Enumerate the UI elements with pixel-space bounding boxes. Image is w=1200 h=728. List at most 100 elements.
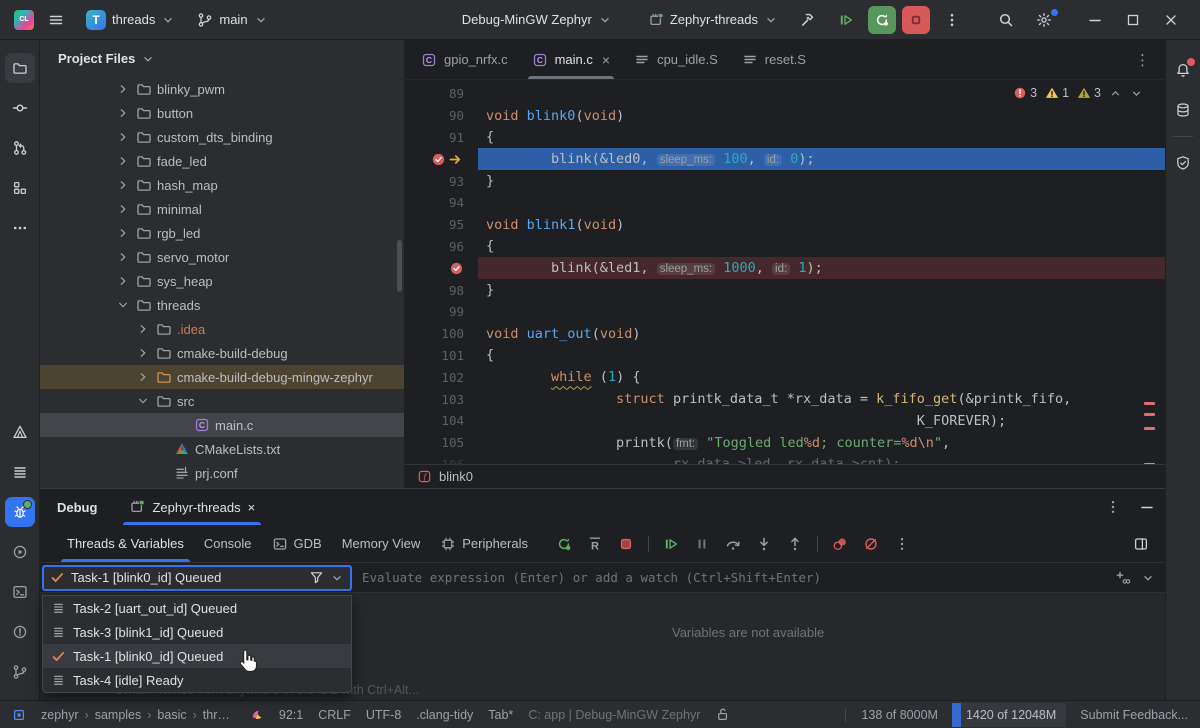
gutter-line-104[interactable]: 104: [405, 413, 478, 428]
code-line-97[interactable]: blink(&led1, sleep_ms: 1000, id: 1);: [405, 257, 1165, 279]
gutter-line-106[interactable]: 106: [405, 457, 478, 464]
heap-indicator[interactable]: 138 of 8000M: [845, 708, 937, 722]
search-everywhere-button[interactable]: [990, 7, 1022, 33]
code-line-103[interactable]: 103 struct printk_data_t *rx_data = k_fi…: [405, 388, 1165, 410]
tree-item-prj-conf[interactable]: prj.conf: [40, 461, 404, 485]
rerun-debug-button[interactable]: [868, 6, 896, 34]
step-out-button[interactable]: [783, 532, 807, 556]
tree-item--idea[interactable]: .idea: [40, 317, 404, 341]
pause-button[interactable]: [690, 532, 714, 556]
add-watch-icon[interactable]: [1115, 570, 1131, 586]
editor-tab-gpio_nrfx-c[interactable]: Cgpio_nrfx.c: [409, 40, 520, 79]
tree-item-hash-map[interactable]: hash_map: [40, 173, 404, 197]
debug-session-tab[interactable]: Zephyr-threads ×: [119, 489, 265, 525]
debug-tab-console[interactable]: Console: [194, 525, 262, 562]
debug-tab-gdb[interactable]: GDB: [262, 525, 332, 562]
run-configuration-selector[interactable]: Debug-MinGW Zephyr: [454, 7, 620, 32]
gutter-line-94[interactable]: 94: [405, 195, 478, 210]
filter-icon[interactable]: [309, 570, 324, 585]
gutter-line-98[interactable]: 98: [405, 283, 478, 298]
gutter-line-89[interactable]: 89: [405, 86, 478, 101]
dropdown-item[interactable]: Task-3 [blink1_id] Queued: [43, 620, 351, 644]
tree-item-sys-heap[interactable]: sys_heap: [40, 269, 404, 293]
toolchain-widget[interactable]: C: app | Debug-MinGW Zephyr: [528, 708, 700, 722]
line-ending[interactable]: CRLF: [318, 708, 351, 722]
combobox-chevron-icon[interactable]: [330, 571, 344, 585]
error-stripe[interactable]: [1143, 80, 1157, 464]
tool-strip-commit[interactable]: [5, 93, 35, 123]
close-tab-icon[interactable]: ×: [602, 52, 610, 68]
stop-red-button[interactable]: [614, 532, 638, 556]
tool-strip-project-folder[interactable]: [5, 53, 35, 83]
code-line-90[interactable]: 90 void blink0(void): [405, 105, 1165, 127]
editor-tabs-options-icon[interactable]: ⋮: [1121, 51, 1165, 69]
gutter-line-92[interactable]: [405, 152, 478, 167]
editor-tab-main-c[interactable]: Cmain.c ×: [520, 40, 622, 79]
close-tab-icon[interactable]: ×: [248, 500, 256, 515]
gutter-line-97[interactable]: [405, 261, 478, 276]
lock-icon[interactable]: [715, 707, 730, 722]
code-line-92[interactable]: blink(&led0, sleep_ms: 100, id: 0);: [405, 148, 1165, 170]
code-line-99[interactable]: 99: [405, 301, 1165, 323]
tool-strip-terminal[interactable]: [5, 577, 35, 607]
code-line-101[interactable]: 101 {: [405, 345, 1165, 367]
maximize-button[interactable]: [1114, 5, 1152, 35]
layout-settings-button[interactable]: [1133, 536, 1149, 552]
editor-tab-reset-s[interactable]: reset.S: [730, 40, 818, 79]
code-line-98[interactable]: 98 }: [405, 279, 1165, 301]
project-tree-scrollbar[interactable]: [397, 240, 402, 292]
panel-options-button[interactable]: [1105, 499, 1121, 515]
code-line-95[interactable]: 95 void blink1(void): [405, 214, 1165, 236]
tool-strip-cmake[interactable]: [5, 417, 35, 447]
evaluate-expression-field[interactable]: Evaluate expression (Enter) or add a wat…: [352, 563, 1165, 592]
editor-tab-cpu_idle-s[interactable]: cpu_idle.S: [622, 40, 730, 79]
tool-strip-run[interactable]: [5, 537, 35, 567]
caret-position[interactable]: 92:1: [279, 708, 303, 722]
code-line-102[interactable]: 102 while (1) {: [405, 366, 1165, 388]
close-button[interactable]: [1152, 5, 1190, 35]
gutter-line-101[interactable]: 101: [405, 348, 478, 363]
gutter-line-90[interactable]: 90: [405, 108, 478, 123]
gutter-line-105[interactable]: 105: [405, 435, 478, 450]
code-line-105[interactable]: 105 printk(fmt: "Toggled led%d; counter=…: [405, 432, 1165, 454]
status-breadcrumb[interactable]: zephyr›samples›basic›thr…: [41, 708, 230, 722]
gutter-line-100[interactable]: 100: [405, 326, 478, 341]
submit-feedback-link[interactable]: Submit Feedback...: [1080, 708, 1188, 722]
tool-strip-database[interactable]: [1168, 95, 1198, 125]
resume-button[interactable]: [659, 532, 683, 556]
code-line-104[interactable]: 104 K_FOREVER);: [405, 410, 1165, 432]
code-line-93[interactable]: 93 }: [405, 170, 1165, 192]
reset-r-button[interactable]: R: [583, 532, 607, 556]
code-editor[interactable]: 89 90 void blink0(void) 91 { blink(&led0…: [405, 80, 1165, 464]
tree-item-cmake-build-debug[interactable]: cmake-build-debug: [40, 341, 404, 365]
kebab-gray-button[interactable]: [890, 532, 914, 556]
tool-strip-trust[interactable]: [1168, 148, 1198, 178]
gutter-line-95[interactable]: 95: [405, 217, 478, 232]
project-view-header[interactable]: Project Files: [40, 40, 404, 77]
expand-watches-icon[interactable]: [1141, 571, 1155, 585]
tool-strip-debug[interactable]: [5, 497, 35, 527]
tool-strip-pull-requests[interactable]: [5, 133, 35, 163]
previous-problem-button[interactable]: [1109, 87, 1122, 100]
tool-strip-structure[interactable]: [5, 173, 35, 203]
tool-strip-notifications[interactable]: [1168, 55, 1198, 85]
tree-item-custom-dts-binding[interactable]: custom_dts_binding: [40, 125, 404, 149]
inspection-widget[interactable]: 3 1 3: [1013, 86, 1143, 100]
code-line-100[interactable]: 100 void uart_out(void): [405, 323, 1165, 345]
tree-item-rgb-led[interactable]: rgb_led: [40, 221, 404, 245]
gutter-line-102[interactable]: 102: [405, 370, 478, 385]
stop-button[interactable]: [902, 6, 930, 34]
minimize-button[interactable]: [1076, 5, 1114, 35]
dropdown-item[interactable]: Task-4 [idle] Ready: [43, 668, 351, 692]
tree-item-main-c[interactable]: C main.c: [40, 413, 404, 437]
code-line-106[interactable]: 106 rx_data->led, rx_data->cnt);: [405, 454, 1165, 464]
breadcrumb[interactable]: f blink0: [405, 464, 1165, 488]
code-line-96[interactable]: 96 {: [405, 236, 1165, 258]
dropdown-item[interactable]: Task-1 [blink0_id] Queued: [43, 644, 351, 668]
tool-strip-more-tools[interactable]: [5, 213, 35, 243]
hide-panel-button[interactable]: [1139, 499, 1155, 515]
view-bp-button[interactable]: [828, 532, 852, 556]
file-encoding[interactable]: UTF-8: [366, 708, 401, 722]
tree-item-button[interactable]: button: [40, 101, 404, 125]
clangd-status-icon[interactable]: [249, 707, 264, 722]
